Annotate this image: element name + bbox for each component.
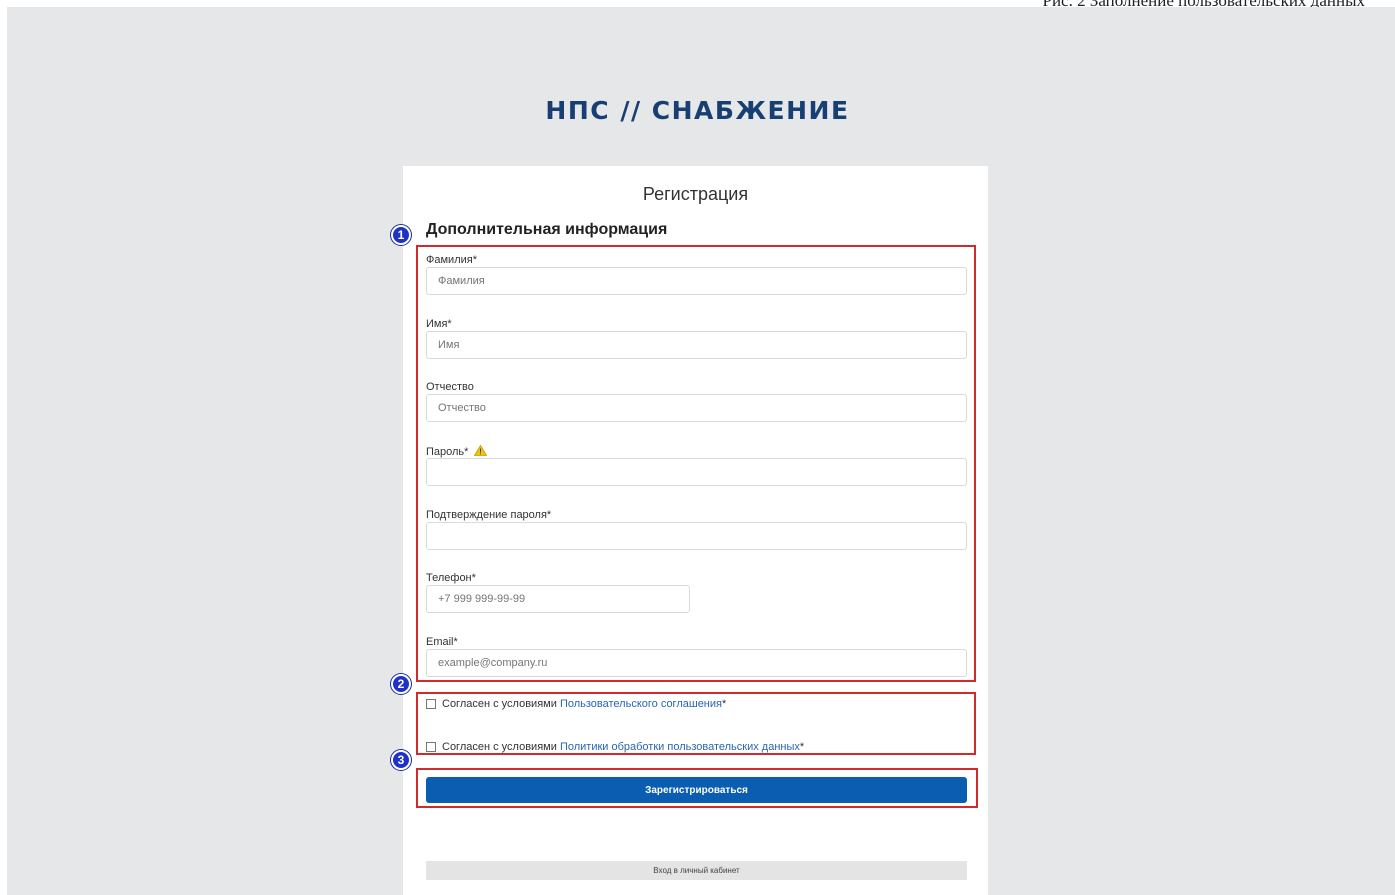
- phone-label: Телефон*: [426, 572, 476, 584]
- phone-input[interactable]: [426, 585, 690, 613]
- password-confirm-label: Подтверждение пароля*: [426, 509, 552, 521]
- privacy-prefix: Согласен с условиями: [442, 741, 557, 753]
- first-name-label: Имя*: [426, 318, 452, 330]
- page-title: Регистрация: [642, 184, 749, 204]
- middle-name-label: Отчество: [426, 381, 474, 393]
- section-title: Дополнительная информация: [426, 221, 668, 238]
- agreement-row-privacy[interactable]: Согласен с условиями Политики обработки …: [426, 741, 804, 753]
- first-name-input[interactable]: [426, 331, 967, 359]
- terms-prefix: Согласен с условиями: [442, 698, 557, 710]
- privacy-required-mark: *: [799, 741, 805, 753]
- email-label: Email*: [426, 636, 458, 648]
- annotation-marker-1: 1: [391, 225, 411, 245]
- register-button[interactable]: Зарегистрироваться: [426, 777, 967, 803]
- last-name-input[interactable]: [426, 267, 967, 295]
- email-input[interactable]: [426, 649, 967, 677]
- password-label: Пароль*: [426, 446, 469, 458]
- password-input[interactable]: [426, 458, 967, 486]
- middle-name-input[interactable]: [426, 394, 967, 422]
- login-link[interactable]: Вход в личный кабинет: [426, 861, 967, 880]
- terms-checkbox[interactable]: [426, 699, 436, 709]
- annotation-marker-3: 3: [391, 750, 411, 770]
- password-confirm-input[interactable]: [426, 522, 967, 550]
- password-label-row: Пароль*: [426, 444, 488, 459]
- privacy-link[interactable]: Политики обработки пользовательских данн…: [560, 741, 800, 753]
- terms-link[interactable]: Пользовательского соглашения: [560, 698, 722, 710]
- warning-icon[interactable]: [474, 444, 488, 459]
- brand-logo: НПС // СНАБЖЕНИЕ: [545, 96, 850, 125]
- agreement-row-terms[interactable]: Согласен с условиями Пользовательского с…: [426, 698, 726, 710]
- privacy-checkbox[interactable]: [426, 742, 436, 752]
- annotation-marker-2: 2: [391, 674, 411, 694]
- terms-required-mark: *: [721, 698, 727, 710]
- last-name-label: Фамилия*: [426, 254, 477, 266]
